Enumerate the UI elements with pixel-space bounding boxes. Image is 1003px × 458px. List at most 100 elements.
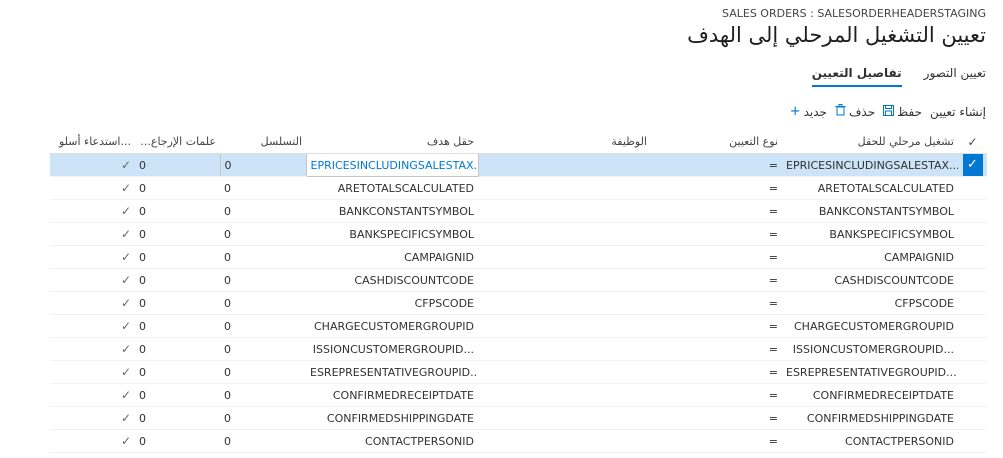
- checkmark-icon: ✓: [120, 250, 131, 264]
- row-select-checkbox[interactable]: [958, 199, 987, 223]
- row-select-checkbox[interactable]: [958, 222, 987, 246]
- header-function[interactable]: الوظيفة: [478, 130, 651, 154]
- function-cell[interactable]: [478, 452, 651, 458]
- table-row[interactable]: ✓ 0 0 CHARGECUSTOMERGROUPID = CHARGECUSTOMERG…: [50, 314, 987, 338]
- call-method-cell: ✓: [50, 452, 135, 458]
- sequence-cell: 0: [220, 176, 306, 200]
- delete-button[interactable]: حذف: [835, 104, 875, 119]
- target-field-cell[interactable]: CFPSCODE: [306, 291, 478, 315]
- checkmark-icon: ✓: [120, 434, 131, 448]
- checkmark-icon: ✓: [962, 154, 983, 176]
- call-method-cell: ✓: [50, 245, 135, 269]
- function-cell[interactable]: [478, 199, 651, 223]
- header-staging-field[interactable]: تشغيل مرحلي للحقل: [782, 130, 958, 154]
- table-row[interactable]: ✓ 0 0 BANKSPECIFICSYMBOL = BANKSPECIFICSYMBOL: [50, 222, 987, 246]
- table-row[interactable]: ✓ 0 0 CASHDISCOUNTCODE = CASHDISCOUNTCODE: [50, 268, 987, 292]
- staging-field-cell: CHARGECUSTOMERGROUPID: [782, 314, 958, 338]
- sequence-cell: 0: [220, 268, 306, 292]
- checkmark-icon: ✓: [120, 227, 131, 241]
- function-cell[interactable]: [478, 429, 651, 453]
- table-row[interactable]: ✓ 0 0 BANKCONSTANTSYMBOL = BANKCONSTANTSYMBOL: [50, 199, 987, 223]
- return-params-cell: 0: [135, 268, 220, 292]
- row-select-checkbox[interactable]: [958, 383, 987, 407]
- header-sequence[interactable]: التسلسل: [220, 130, 306, 154]
- function-cell[interactable]: [478, 291, 651, 315]
- table-row[interactable]: ✓ 0 0 CONFIRMEDSHIPPINGDATE = CONFIRMEDSHIPPI…: [50, 406, 987, 430]
- checkmark-icon: ✓: [120, 273, 131, 287]
- function-cell[interactable]: [478, 245, 651, 269]
- function-cell[interactable]: [478, 153, 651, 177]
- target-field-cell[interactable]: EPRICESINCLUDINGSALESTAX...: [305, 153, 479, 177]
- function-cell[interactable]: [478, 176, 651, 200]
- select-all-checkbox[interactable]: ✓: [958, 130, 987, 154]
- target-field-cell[interactable]: CHARGECUSTOMERGROUPID: [306, 314, 478, 338]
- target-field-cell[interactable]: CAMPAIGNID: [306, 245, 478, 269]
- call-method-cell: ✓: [50, 314, 135, 338]
- return-params-cell: 0: [135, 153, 220, 177]
- row-select-checkbox[interactable]: [958, 406, 987, 430]
- generate-mapping-button[interactable]: إنشاء تعيين: [930, 105, 986, 119]
- return-params-cell: 0: [135, 406, 220, 430]
- row-select-checkbox[interactable]: [958, 452, 987, 458]
- target-field-cell[interactable]: BANKCONSTANTSYMBOL: [306, 199, 478, 223]
- row-select-checkbox[interactable]: [958, 360, 987, 384]
- table-row[interactable]: ✓ 0 0 CAMPAIGNID = CAMPAIGNID: [50, 245, 987, 269]
- tab-mapping-visualization[interactable]: تعيين التصور: [924, 66, 986, 87]
- sequence-cell: 0: [219, 153, 306, 177]
- table-row[interactable]: ✓ 0 0 EPRICESINCLUDINGSALESTAX... = EPRICESIN…: [50, 153, 987, 177]
- return-params-cell: 0: [135, 199, 220, 223]
- row-select-checkbox[interactable]: [958, 291, 987, 315]
- header-mapping-type[interactable]: نوع التعيين: [651, 130, 782, 154]
- table-row[interactable]: ✓00CREDITNOTEREASONCODE=CREDITNOTEREASON…: [50, 452, 987, 458]
- function-cell[interactable]: [478, 360, 651, 384]
- sequence-cell: 0: [220, 406, 306, 430]
- header-return-params[interactable]: ...علمات الإرجاع: [135, 130, 220, 154]
- return-params-cell: 0: [135, 245, 220, 269]
- sequence-cell: 0: [220, 337, 306, 361]
- function-cell[interactable]: [478, 268, 651, 292]
- function-cell[interactable]: [478, 383, 651, 407]
- tab-mapping-details[interactable]: تفاصيل التعيين: [811, 66, 902, 87]
- target-field-cell[interactable]: CONFIRMEDSHIPPINGDATE: [306, 406, 478, 430]
- header-call-method[interactable]: استدعاء أسلو...: [50, 130, 135, 154]
- table-row[interactable]: ✓ 0 0 ARETOTALSCALCULATED = ARETOTALSCALCULAT…: [50, 176, 987, 200]
- mapping-type-cell: =: [651, 291, 782, 315]
- target-field-cell[interactable]: ARETOTALSCALCULATED: [306, 176, 478, 200]
- table-row[interactable]: ✓ 0 0 ESREPRESENTATIVEGROUPID... = ESREPRESEN…: [50, 360, 987, 384]
- call-method-cell: ✓: [50, 337, 135, 361]
- table-row[interactable]: ✓ 0 0 CONTACTPERSONID = CONTACTPERSONID: [50, 429, 987, 453]
- table-row[interactable]: ✓ 0 0 CFPSCODE = CFPSCODE: [50, 291, 987, 315]
- function-cell[interactable]: [478, 222, 651, 246]
- header-target-field[interactable]: حقل هدف: [306, 130, 478, 154]
- function-cell[interactable]: [478, 406, 651, 430]
- save-button-label: حفظ: [897, 104, 922, 119]
- target-field-cell[interactable]: ESREPRESENTATIVEGROUPID...: [306, 360, 478, 384]
- table-row[interactable]: ✓ 0 0 CONFIRMEDRECEIPTDATE = CONFIRMEDRECEIPT…: [50, 383, 987, 407]
- mapping-type-cell: =: [651, 429, 782, 453]
- staging-field-cell: CONFIRMEDRECEIPTDATE: [782, 383, 958, 407]
- save-button[interactable]: حفظ: [883, 104, 922, 119]
- target-field-cell[interactable]: CREDITNOTEREASONCODE: [306, 452, 478, 458]
- return-params-cell: 0: [135, 222, 220, 246]
- row-select-checkbox[interactable]: [958, 176, 987, 200]
- row-select-checkbox[interactable]: ✓: [958, 153, 987, 177]
- row-select-checkbox[interactable]: [958, 314, 987, 338]
- target-field-cell[interactable]: ISSIONCUSTOMERGROUPID...: [306, 337, 478, 361]
- row-select-checkbox[interactable]: [958, 268, 987, 292]
- target-field-cell[interactable]: CASHDISCOUNTCODE: [306, 268, 478, 292]
- new-button[interactable]: + جديد: [790, 105, 827, 119]
- target-field-cell[interactable]: BANKSPECIFICSYMBOL: [306, 222, 478, 246]
- staging-field-cell: CONFIRMEDSHIPPINGDATE: [782, 406, 958, 430]
- staging-field-cell: ISSIONCUSTOMERGROUPID...: [782, 337, 958, 361]
- target-field-cell[interactable]: CONFIRMEDRECEIPTDATE: [306, 383, 478, 407]
- row-select-checkbox[interactable]: [958, 337, 987, 361]
- target-field-cell[interactable]: CONTACTPERSONID: [306, 429, 478, 453]
- function-cell[interactable]: [478, 314, 651, 338]
- breadcrumb: SALES ORDERS : SALESORDERHEADERSTAGING: [722, 7, 986, 20]
- table-row[interactable]: ✓ 0 0 ISSIONCUSTOMERGROUPID... = ISSIONCUSTOM…: [50, 337, 987, 361]
- call-method-cell: ✓: [50, 268, 135, 292]
- function-cell[interactable]: [478, 337, 651, 361]
- staging-field-cell: CFPSCODE: [782, 291, 958, 315]
- row-select-checkbox[interactable]: [958, 429, 987, 453]
- row-select-checkbox[interactable]: [958, 245, 987, 269]
